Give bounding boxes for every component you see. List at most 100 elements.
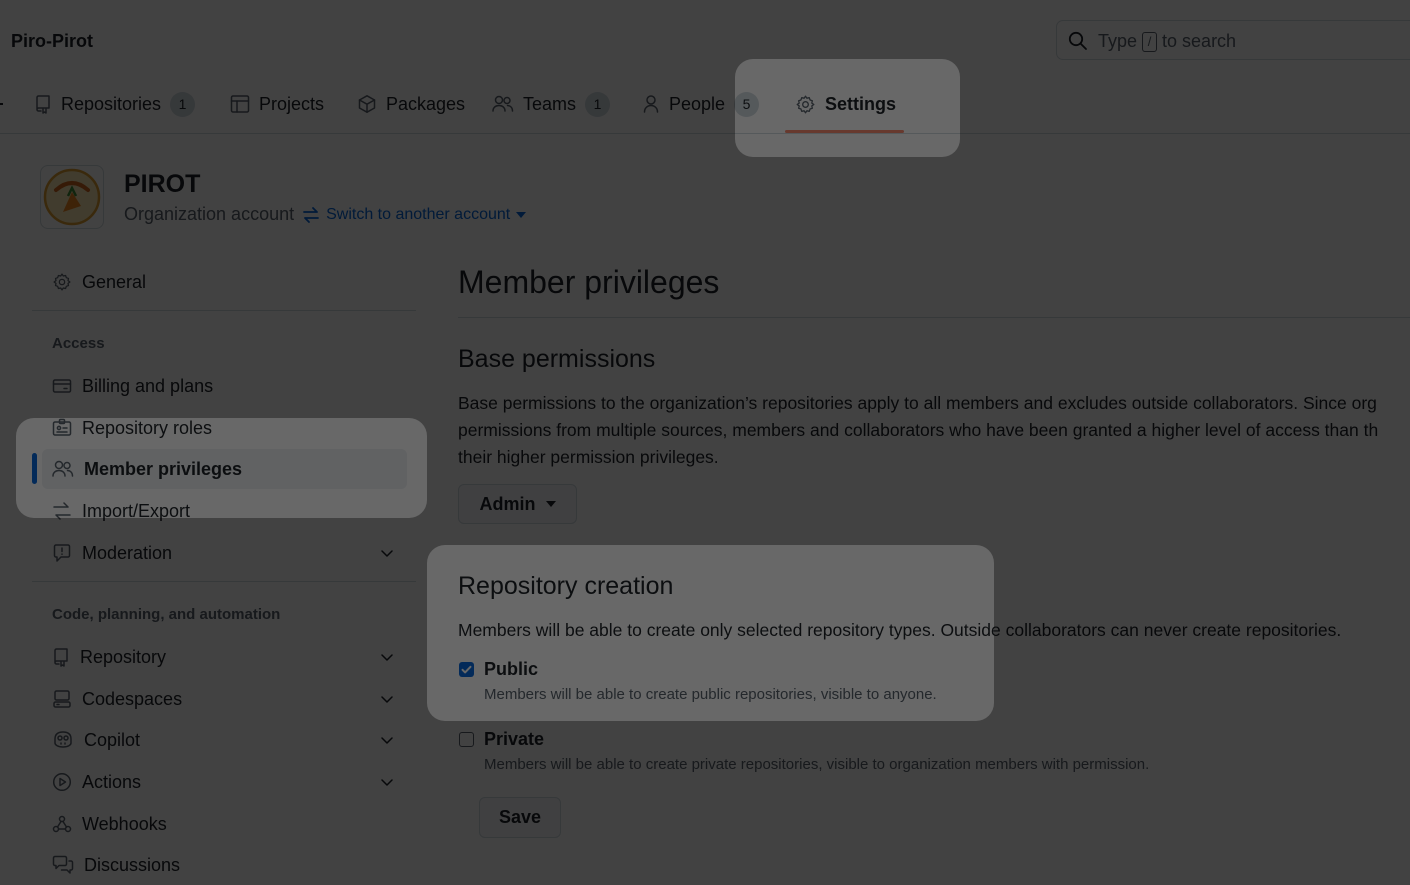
repository-creation-description: Members will be able to create only sele… (458, 620, 1342, 640)
description-line: their higher permission privileges. (458, 447, 719, 467)
play-icon (52, 772, 72, 792)
sidebar-item-discussions[interactable]: Discussions (42, 845, 407, 885)
switch-account-label: Switch to another account (326, 205, 511, 223)
arrow-switch-icon (52, 501, 72, 521)
search-shortcut-key: / (1142, 31, 1158, 52)
repo-icon (34, 94, 52, 114)
sidebar-item-label: General (82, 271, 147, 292)
gear-icon (52, 272, 72, 292)
table-icon (230, 94, 250, 114)
active-tab-indicator (785, 130, 904, 133)
base-permission-select[interactable]: Admin (458, 484, 577, 524)
people-icon (492, 94, 514, 114)
tab-label: People (669, 93, 726, 114)
switch-account-link[interactable]: Switch to another account (302, 205, 527, 224)
sidebar-divider (32, 310, 416, 311)
chevron-down-icon[interactable] (379, 545, 395, 561)
person-icon (642, 94, 660, 114)
org-nav-tabs: Repositories 1 Projects Packages Teams 1… (0, 80, 1410, 134)
sidebar-item-label: Copilot (84, 729, 141, 750)
sidebar-item-label: Import/Export (82, 500, 191, 521)
sidebar-item-label: Webhooks (82, 813, 167, 834)
sidebar-item-repository[interactable]: Repository (42, 637, 407, 677)
arrow-switch-icon (302, 206, 320, 224)
sidebar-item-general[interactable]: General (42, 262, 407, 302)
private-note: Members will be able to create private r… (484, 756, 1150, 773)
chevron-down-icon[interactable] (379, 649, 395, 665)
copilot-icon (52, 730, 74, 750)
tab-label: Packages (386, 93, 466, 114)
tab-label: Repositories (61, 93, 162, 114)
tab-teams[interactable]: Teams 1 (492, 80, 611, 128)
public-checkbox[interactable] (459, 662, 474, 677)
package-icon (357, 94, 377, 114)
sidebar-item-webhooks[interactable]: Webhooks (42, 804, 407, 844)
webhook-icon (52, 814, 72, 834)
private-label[interactable]: Private (484, 729, 544, 750)
sidebar-divider (32, 581, 416, 582)
sidebar-item-moderation[interactable]: Moderation (42, 533, 407, 573)
sidebar-item-member-privileges[interactable]: Member privileges (42, 449, 407, 489)
base-permissions-description: Base permissions to the organization’s r… (458, 390, 1410, 471)
save-button[interactable]: Save (479, 797, 561, 838)
comment-discussion-icon (52, 855, 74, 875)
id-badge-icon (52, 418, 72, 438)
chevron-down-icon[interactable] (379, 691, 395, 707)
sidebar-item-label: Codespaces (82, 688, 183, 709)
sidebar-item-label: Billing and plans (82, 375, 214, 396)
codespaces-icon (52, 689, 72, 709)
org-name[interactable]: Piro-Pirot (11, 31, 93, 52)
page-title: Member privileges (458, 264, 720, 300)
people-icon (52, 459, 74, 479)
tab-projects[interactable]: Projects (230, 80, 324, 128)
org-avatar[interactable] (40, 165, 104, 229)
teams-count-badge: 1 (585, 91, 611, 117)
search-placeholder-after: to search (1162, 31, 1237, 51)
sidebar-item-label: Actions (82, 771, 142, 792)
tab-label: Teams (523, 93, 577, 114)
search-icon (1068, 31, 1088, 51)
chevron-down-icon[interactable] (379, 774, 395, 790)
select-value: Admin (479, 493, 536, 514)
tab-label: Projects (259, 93, 325, 114)
sidebar-item-label: Member privileges (84, 458, 243, 479)
public-label[interactable]: Public (484, 659, 538, 680)
description-line: permissions from multiple sources, membe… (458, 420, 1379, 440)
private-checkbox[interactable] (459, 732, 474, 747)
gear-icon (795, 94, 816, 115)
sidebar-heading-code: Code, planning, and automation (52, 606, 281, 623)
check-icon (461, 665, 472, 674)
active-indicator (32, 453, 37, 484)
sidebar-item-import-export[interactable]: Import/Export (42, 491, 407, 531)
sidebar-item-repository-roles[interactable]: Repository roles (42, 408, 407, 448)
people-count-badge: 5 (734, 91, 760, 117)
sidebar-item-label: Repository (80, 646, 167, 667)
sidebar-item-billing[interactable]: Billing and plans (42, 366, 407, 406)
description-line: Base permissions to the organization’s r… (458, 393, 1377, 413)
sidebar-item-codespaces[interactable]: Codespaces (42, 679, 407, 719)
tab-settings[interactable]: Settings (795, 80, 896, 128)
repository-creation-heading: Repository creation (458, 572, 674, 600)
caret-down-icon (545, 501, 556, 507)
sidebar-item-label: Discussions (84, 854, 181, 875)
credit-card-icon (52, 376, 72, 396)
search-input[interactable]: Type / to search (1056, 20, 1410, 60)
tab-packages[interactable]: Packages (357, 80, 465, 128)
report-icon (52, 543, 72, 563)
sidebar-item-label: Moderation (82, 542, 173, 563)
org-title: PIROT (124, 170, 201, 198)
public-note: Members will be able to create public re… (484, 686, 937, 703)
caret-down-icon (516, 211, 527, 218)
sidebar-item-label: Repository roles (82, 417, 213, 438)
tab-label: Settings (825, 93, 897, 114)
tab-repositories[interactable]: Repositories 1 (34, 80, 196, 128)
repo-count-badge: 1 (170, 91, 196, 117)
tab-people[interactable]: People 5 (642, 80, 760, 128)
sidebar-item-copilot[interactable]: Copilot (42, 720, 407, 760)
sidebar-item-actions[interactable]: Actions (42, 762, 407, 802)
sidebar-heading-access: Access (52, 335, 105, 352)
chevron-down-icon[interactable] (379, 732, 395, 748)
search-placeholder-before: Type (1098, 31, 1138, 51)
base-permissions-heading: Base permissions (458, 345, 656, 373)
title-divider (458, 317, 1410, 318)
